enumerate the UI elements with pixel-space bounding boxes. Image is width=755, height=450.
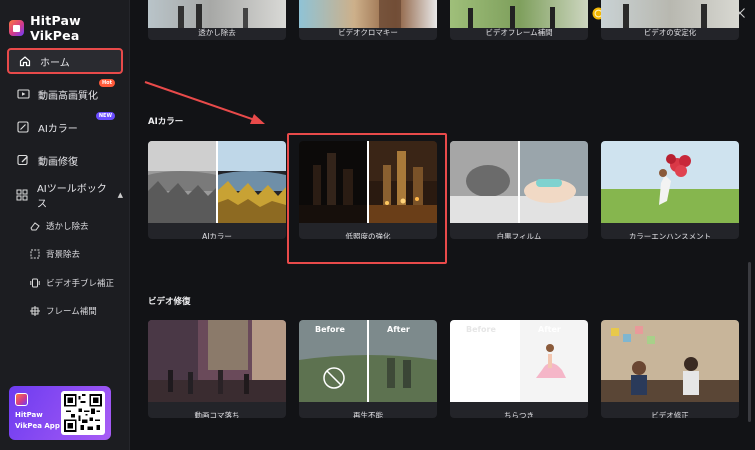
card-thumbnail bbox=[601, 0, 739, 28]
app-name: HitPaw VikPea bbox=[30, 13, 81, 43]
sidebar-item-enhance[interactable]: 動画高画質化 Hot bbox=[7, 79, 123, 107]
sidebar-sub-background[interactable]: 背景除去 bbox=[30, 245, 80, 263]
tool-card-flicker[interactable]: Before After ちらつき bbox=[450, 320, 588, 418]
app-logo-icon bbox=[9, 20, 25, 36]
sidebar-sub-label: ビデオ手ブレ補正 bbox=[46, 279, 115, 289]
eraser-icon bbox=[30, 221, 40, 231]
qr-code-icon bbox=[61, 391, 105, 435]
card-label: 透かし除去 bbox=[198, 28, 236, 37]
sidebar-sub-stabilize[interactable]: ビデオ手ブレ補正 bbox=[30, 274, 114, 292]
card-thumbnail bbox=[299, 0, 437, 28]
tool-card-video-fix[interactable]: ビデオ修正 bbox=[601, 320, 739, 418]
card-thumbnail bbox=[148, 141, 286, 223]
card-label: 再生不能 bbox=[353, 411, 383, 418]
background-remove-icon bbox=[30, 249, 40, 259]
compare-divider bbox=[367, 320, 369, 402]
sidebar-sub-interpolation[interactable]: フレーム補間 bbox=[30, 302, 97, 320]
annotation-highlight-box bbox=[287, 133, 447, 264]
sidebar-sub-label: 背景除去 bbox=[46, 250, 81, 260]
card-thumbnail bbox=[450, 141, 588, 223]
card-label: ちらつき bbox=[504, 411, 534, 418]
compare-divider bbox=[518, 320, 520, 402]
tool-card-ai-color[interactable]: AIカラー bbox=[148, 141, 286, 239]
before-label: Before bbox=[466, 325, 496, 334]
card-label: ビデオフレーム補間 bbox=[485, 28, 553, 37]
after-label: After bbox=[538, 325, 561, 334]
promo-text: HitPaw VikPea App bbox=[15, 410, 63, 432]
card-thumbnail bbox=[601, 320, 739, 402]
sidebar-item-ai-tools[interactable]: AIツールボックス ▲ bbox=[7, 182, 123, 210]
tool-card-watermark[interactable]: 透かし除去 bbox=[148, 0, 286, 40]
sidebar-item-home[interactable]: ホーム bbox=[7, 48, 123, 74]
card-thumbnail: Before After bbox=[450, 320, 588, 402]
promo-logo-icon bbox=[15, 393, 28, 406]
after-label: After bbox=[387, 325, 410, 334]
tool-card-color-enhance[interactable]: カラーエンハンスメント bbox=[601, 141, 739, 239]
card-thumbnail bbox=[601, 141, 739, 223]
card-thumbnail bbox=[450, 0, 588, 28]
card-label: ビデオクロマキー bbox=[338, 28, 398, 37]
card-thumbnail bbox=[148, 0, 286, 28]
card-thumbnail: Before After bbox=[299, 320, 437, 402]
hot-badge: Hot bbox=[98, 79, 115, 87]
tool-card-chromakey[interactable]: ビデオクロマキー bbox=[299, 0, 437, 40]
caret-up-icon: ▲ bbox=[117, 191, 123, 199]
card-thumbnail bbox=[148, 320, 286, 402]
card-label: 白黒フィルム bbox=[496, 232, 542, 239]
card-label: 動画コマ落ち bbox=[194, 411, 240, 418]
sidebar-sub-label: フレーム補間 bbox=[46, 307, 97, 317]
card-label: ビデオ修正 bbox=[651, 411, 689, 418]
promo-line1: HitPaw bbox=[15, 411, 43, 419]
card-label: AIカラー bbox=[202, 232, 232, 239]
video-enhance-icon bbox=[16, 87, 30, 101]
ai-color-icon bbox=[16, 120, 30, 134]
tool-card-bw-film[interactable]: 白黒フィルム bbox=[450, 141, 588, 239]
tool-card-unplayable[interactable]: Before After 再生不能 bbox=[299, 320, 437, 418]
card-label: ビデオの安定化 bbox=[643, 28, 697, 37]
repair-icon bbox=[16, 153, 30, 167]
section-title-video-repair: ビデオ修復 bbox=[148, 297, 191, 307]
app-window: HitPaw VikPea ホーム 動画高画質化 Hot AIカラー NEW 動… bbox=[0, 0, 755, 450]
home-icon bbox=[18, 54, 32, 68]
stabilize-icon bbox=[30, 278, 40, 288]
tool-card-frame-drop[interactable]: 動画コマ落ち bbox=[148, 320, 286, 418]
app-promo-card[interactable]: HitPaw VikPea App bbox=[9, 386, 111, 440]
sidebar-sub-watermark[interactable]: 透かし除去 bbox=[30, 217, 89, 235]
annotation-arrow-icon bbox=[144, 81, 265, 124]
sidebar-item-label: 動画高画質化 bbox=[38, 90, 98, 102]
sidebar-item-label: AIツールボックス bbox=[36, 184, 107, 210]
sidebar-item-label: 動画修復 bbox=[38, 156, 78, 168]
new-badge: NEW bbox=[95, 112, 115, 120]
brand: HitPaw VikPea bbox=[9, 13, 129, 43]
compare-divider bbox=[216, 141, 218, 223]
tool-card-frame-interp[interactable]: ビデオフレーム補間 bbox=[450, 0, 588, 40]
promo-line2: VikPea App bbox=[15, 422, 60, 430]
sidebar-item-colorize[interactable]: AIカラー NEW bbox=[7, 112, 123, 140]
tool-card-stabilize[interactable]: ビデオの安定化 bbox=[601, 0, 739, 40]
sidebar-sub-label: 透かし除去 bbox=[46, 222, 89, 232]
compare-divider bbox=[518, 141, 520, 223]
content-scrollbar[interactable] bbox=[748, 262, 751, 422]
sidebar-item-repair[interactable]: 動画修復 bbox=[7, 147, 123, 173]
sidebar-item-label: AIカラー bbox=[38, 123, 78, 135]
toolbox-icon bbox=[16, 188, 29, 202]
frame-interpolation-icon bbox=[30, 306, 40, 316]
sidebar: HitPaw VikPea ホーム 動画高画質化 Hot AIカラー NEW 動… bbox=[0, 0, 130, 450]
sidebar-item-label: ホーム bbox=[40, 57, 70, 69]
before-label: Before bbox=[315, 325, 345, 334]
card-label: カラーエンハンスメント bbox=[628, 232, 712, 239]
